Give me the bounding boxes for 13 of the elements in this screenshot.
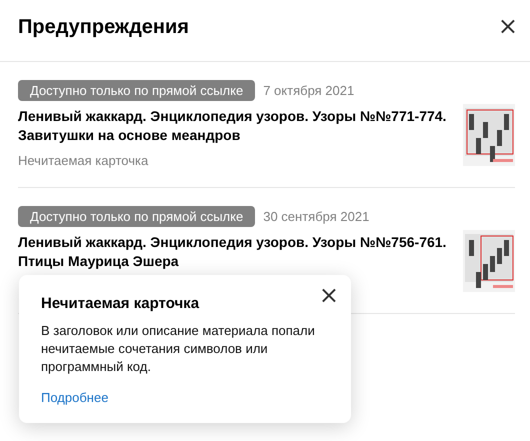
access-badge: Доступно только по прямой ссылке <box>18 80 256 101</box>
item-note: Нечитаемая карточка <box>18 153 150 168</box>
close-button[interactable]: × <box>316 285 341 305</box>
item-title[interactable]: Ленивый жаккард. Энциклопедия узоров. Узоры №№756-761. Птицы Маурица Эшера <box>18 233 453 271</box>
access-badge: Доступно только по прямой ссылке <box>18 206 256 227</box>
panel-title: Предупреждения <box>18 16 189 39</box>
popover-title: Нечитаемая карточка <box>41 295 200 312</box>
close-button[interactable]: × <box>496 16 520 36</box>
more-link[interactable]: Подробнее <box>41 390 108 405</box>
date-label: 7 октября 2021 <box>263 83 354 98</box>
item-title[interactable]: Ленивый жаккард. Энциклопедия узоров. Узоры №№771-774. Завитушки на основе меандров <box>18 107 453 145</box>
popover-text: В заголовок или описание материала попали нечитаемые сочетания символов или программный код. <box>41 322 316 376</box>
date-label: 30 сентября 2021 <box>263 209 370 224</box>
